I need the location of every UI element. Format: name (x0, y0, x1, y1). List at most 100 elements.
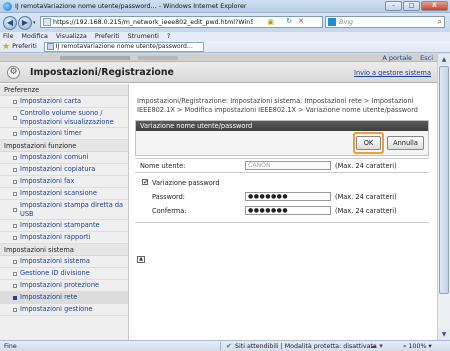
sidebar-item-label: Gestione ID divisione (20, 269, 90, 278)
sidebar-item-impostazioni-stampante[interactable]: Impostazioni stampante (0, 220, 128, 232)
confirm-label: Conferma: (152, 207, 187, 215)
action-panel: Variazione nome utente/password OK Annul… (135, 120, 429, 156)
menu-help[interactable]: ? (167, 33, 170, 40)
sidebar-item-impostazioni-gestione[interactable]: Impostazioni gestione (0, 304, 128, 316)
top-links: A portale Esci (376, 54, 433, 62)
change-password-row: ✔ Variazione password (135, 178, 429, 189)
sidebar-item-volume-visualizzazione[interactable]: Controllo volume suono / Impostazioni vi… (0, 108, 128, 128)
menu-strumenti[interactable]: Strumenti (128, 33, 159, 40)
search-input[interactable]: Bing (339, 19, 353, 26)
confirm-password-field[interactable]: ●●●●●●● (245, 206, 331, 215)
close-button[interactable]: X (421, 1, 448, 11)
address-input[interactable]: https://192.168.0.215/m_network_ieee802_… (40, 16, 323, 28)
sidebar-item-impostazioni-copiatura[interactable]: Impostazioni copiatura (0, 164, 128, 176)
password-field[interactable]: ●●●●●●● (245, 192, 331, 201)
menu-preferiti[interactable]: Preferiti (95, 33, 120, 40)
zoom-level[interactable]: ⌕ 100% ▾ (403, 343, 432, 351)
page-icon (43, 18, 51, 26)
ok-button[interactable]: OK (356, 136, 381, 150)
url-text[interactable]: https://192.168.0.215/m_network_ieee802_… (53, 19, 253, 26)
sidebar-section-sistema: Impostazioni sistema (0, 244, 128, 256)
sidebar-item-impostazioni-fax[interactable]: Impostazioni fax (0, 176, 128, 188)
refresh-icon[interactable]: ↻ (286, 17, 292, 25)
bullet-icon (13, 207, 17, 212)
sidebar-item-label: Impostazioni protezione (20, 281, 100, 290)
vertical-scrollbar[interactable]: ▲ ▼ (437, 54, 450, 340)
bing-icon (328, 18, 336, 26)
username-field[interactable]: CANON (245, 161, 331, 170)
page-content: A portale Esci ⚙ Impostazioni/Registrazi… (0, 54, 437, 340)
confirm-row: Conferma: ●●●●●●● (Max. 24 caratteri) (135, 206, 429, 217)
maximize-button[interactable]: □ (403, 1, 420, 11)
password-label: Password: (152, 193, 186, 201)
bullet-icon (13, 155, 17, 160)
panel-title: Variazione nome utente/password (136, 121, 428, 131)
bullet-icon (13, 271, 17, 276)
page-header: ⚙ Impostazioni/Registrazione Invio a ges… (0, 62, 437, 83)
sidebar-item-label: Impostazioni scansione (20, 189, 97, 198)
forward-button[interactable]: ▶ (18, 15, 32, 30)
breadcrumb: Impostazioni/Registrazione: Impostazioni… (137, 97, 418, 114)
form-divider (135, 172, 429, 173)
sidebar-item-impostazioni-rapporti[interactable]: Impostazioni rapporti (0, 232, 128, 244)
menu-bar: File Modifica Visualizza Preferiti Strum… (0, 32, 450, 41)
minimize-button[interactable]: – (385, 1, 402, 11)
portal-link[interactable]: A portale (382, 54, 412, 62)
sidebar-item-label: Impostazioni sistema (20, 257, 90, 266)
search-box[interactable]: Bing ⌕ (325, 16, 445, 28)
blurred-device-model (138, 56, 178, 60)
bullet-icon (13, 295, 17, 300)
change-password-label: Variazione password (152, 179, 220, 187)
sidebar-item-impostazioni-carta[interactable]: Impostazioni carta (0, 96, 128, 108)
main-area: Impostazioni/Registrazione: Impostazioni… (130, 84, 437, 340)
sidebar-item-impostazioni-timer[interactable]: Impostazioni timer (0, 128, 128, 140)
send-to-sysadmin-link[interactable]: Invio a gestore sistema (354, 69, 431, 77)
form-divider-top (135, 158, 429, 159)
logout-link[interactable]: Esci (420, 54, 433, 62)
back-button[interactable]: ◀ (3, 15, 17, 30)
bullet-icon (13, 307, 17, 312)
sidebar-item-stampa-diretta-usb[interactable]: Impostazioni stampa diretta da USB (0, 200, 128, 220)
bullet-icon (13, 179, 17, 184)
scroll-thumb[interactable] (439, 66, 449, 294)
window-controls: – □ X (384, 1, 448, 11)
sidebar-section-preferenze: Preferenze (0, 84, 128, 96)
bullet-icon (13, 167, 17, 172)
change-password-checkbox[interactable]: ✔ (142, 179, 148, 186)
sidebar-item-label: Impostazioni copiatura (20, 165, 96, 174)
sidebar-item-label: Controllo volume suono / Impostazioni vi… (20, 109, 114, 126)
search-icon[interactable]: ⌕ (438, 17, 442, 27)
bullet-icon (13, 283, 17, 288)
favorites-button[interactable]: Preferiti (12, 43, 37, 50)
back-to-top-icon[interactable]: ▲ (137, 256, 145, 263)
menu-visualizza[interactable]: Visualizza (56, 33, 87, 40)
history-dropdown-icon[interactable]: ▾ (33, 20, 36, 26)
cancel-button[interactable]: Annulla (387, 136, 424, 150)
tab-title: IJ remotaVariazione nome utente/password… (55, 43, 194, 50)
sidebar-item-impostazioni-comuni[interactable]: Impostazioni comuni (0, 152, 128, 164)
sidebar-item-impostazioni-scansione[interactable]: Impostazioni scansione (0, 188, 128, 200)
stop-icon[interactable]: ✕ (298, 17, 304, 25)
status-tools-icon[interactable]: ☁ ▾ (370, 342, 383, 350)
menu-modifica[interactable]: Modifica (22, 33, 48, 40)
bullet-icon (13, 191, 17, 196)
sidebar-item-gestione-id-divisione[interactable]: Gestione ID divisione (0, 268, 128, 280)
menu-file[interactable]: File (3, 33, 14, 40)
bullet-icon (13, 235, 17, 240)
status-separator (220, 342, 221, 350)
sidebar-item-impostazioni-rete[interactable]: Impostazioni rete (0, 292, 128, 304)
bullet-icon (13, 131, 17, 136)
sidebar-item-impostazioni-protezione[interactable]: Impostazioni protezione (0, 280, 128, 292)
scroll-down-icon[interactable]: ▼ (438, 329, 450, 340)
browser-tab[interactable]: IJ remotaVariazione nome utente/password… (43, 41, 204, 52)
window-titlebar: IJ remotaVariazione nome utente/password… (0, 0, 450, 13)
confirm-hint: (Max. 24 caratteri) (335, 207, 397, 215)
bullet-icon (13, 115, 17, 120)
sidebar-item-impostazioni-sistema[interactable]: Impostazioni sistema (0, 256, 128, 268)
lock-icon[interactable]: ▣ (267, 18, 274, 26)
scroll-up-icon[interactable]: ▲ (438, 54, 450, 65)
security-zone[interactable]: Siti attendibili | Modalità protetta: di… (235, 343, 377, 350)
username-hint: (Max. 24 caratteri) (335, 162, 397, 170)
bullet-icon (13, 259, 17, 264)
favorites-star-icon[interactable]: ★ (2, 42, 10, 52)
